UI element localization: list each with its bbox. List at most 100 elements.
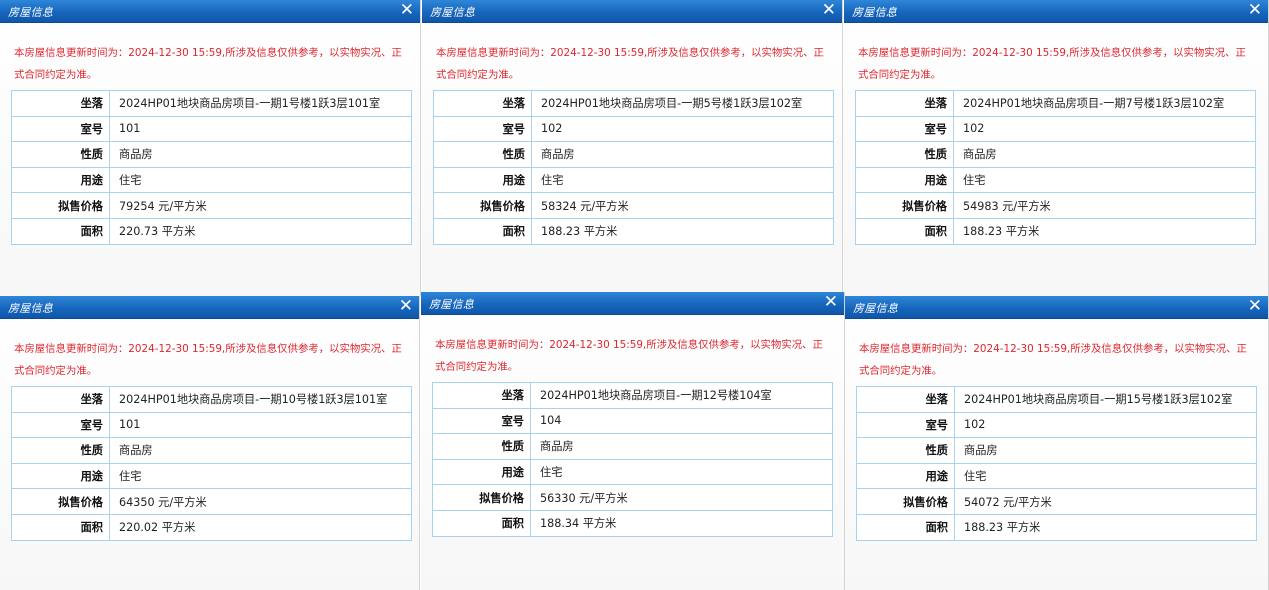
table-row: 性质 商品房 (11, 437, 412, 464)
table-row: 坐落 2024HP01地块商品房项目-一期12号楼104室 (432, 382, 833, 409)
close-icon[interactable]: ✕ (399, 297, 413, 316)
table-row: 室号 101 (11, 115, 412, 143)
nature-label: 性质 (11, 141, 110, 168)
price-value: 54072 元/平方米 (954, 488, 1257, 515)
area-value: 188.23 平方米 (954, 513, 1257, 541)
location-value: 2024HP01地块商品房项目-一期7号楼1跃3层102室 (953, 90, 1256, 117)
window-titlebar[interactable]: 房屋信息 ✕ (0, 296, 419, 319)
location-label: 坐落 (11, 386, 110, 413)
price-label: 拟售价格 (11, 192, 110, 219)
usage-label: 用途 (11, 166, 110, 194)
table-row: 性质 商品房 (11, 141, 412, 168)
table-row: 室号 102 (855, 115, 1256, 143)
room-label: 室号 (11, 115, 110, 143)
table-row: 拟售价格 79254 元/平方米 (11, 192, 412, 219)
window-title: 房屋信息 (853, 302, 899, 315)
table-row: 性质 商品房 (432, 433, 833, 460)
table-row: 拟售价格 54072 元/平方米 (856, 488, 1257, 515)
room-value: 102 (954, 411, 1257, 439)
table-row: 面积 188.23 平方米 (433, 217, 834, 245)
table-row: 用途 住宅 (855, 166, 1256, 194)
window-titlebar[interactable]: 房屋信息 ✕ (422, 0, 842, 23)
price-label: 拟售价格 (433, 192, 532, 219)
area-value: 220.02 平方米 (109, 513, 412, 541)
house-info-table: 坐落 2024HP01地块商品房项目-一期1号楼1跃3层101室 室号 101 … (11, 90, 412, 245)
table-row: 面积 220.02 平方米 (11, 513, 412, 541)
nature-value: 商品房 (531, 141, 834, 168)
close-icon[interactable]: ✕ (1248, 1, 1262, 20)
price-value: 56330 元/平方米 (530, 484, 833, 511)
table-row: 拟售价格 58324 元/平方米 (433, 192, 834, 219)
price-label: 拟售价格 (855, 192, 954, 219)
table-row: 坐落 2024HP01地块商品房项目-一期10号楼1跃3层101室 (11, 386, 412, 413)
area-value: 220.73 平方米 (109, 217, 412, 245)
location-value: 2024HP01地块商品房项目-一期5号楼1跃3层102室 (531, 90, 834, 117)
table-row: 拟售价格 64350 元/平方米 (11, 488, 412, 515)
table-row: 坐落 2024HP01地块商品房项目-一期15号楼1跃3层102室 (856, 386, 1257, 413)
location-label: 坐落 (11, 90, 110, 117)
nature-label: 性质 (432, 433, 531, 460)
house-info-table: 坐落 2024HP01地块商品房项目-一期15号楼1跃3层102室 室号 102… (856, 386, 1257, 541)
table-row: 拟售价格 56330 元/平方米 (432, 484, 833, 511)
table-row: 用途 住宅 (11, 166, 412, 194)
table-row: 面积 188.23 平方米 (855, 217, 1256, 245)
nature-value: 商品房 (953, 141, 1256, 168)
close-icon[interactable]: ✕ (1248, 297, 1262, 316)
update-notice: 本房屋信息更新时间为：2024-12-30 15:59,所涉及信息仅供参考，以实… (14, 47, 402, 81)
window-titlebar[interactable]: 房屋信息 ✕ (844, 0, 1268, 23)
room-label: 室号 (432, 407, 531, 435)
area-value: 188.23 平方米 (531, 217, 834, 245)
table-row: 性质 商品房 (433, 141, 834, 168)
area-label: 面积 (11, 513, 110, 541)
window-title: 房屋信息 (852, 6, 898, 19)
nature-value: 商品房 (109, 141, 412, 168)
nature-label: 性质 (11, 437, 110, 464)
usage-label: 用途 (11, 462, 110, 490)
usage-value: 住宅 (530, 458, 833, 486)
location-label: 坐落 (432, 382, 531, 409)
house-info-table: 坐落 2024HP01地块商品房项目-一期7号楼1跃3层102室 室号 102 … (855, 90, 1256, 245)
room-value: 101 (109, 115, 412, 143)
update-notice: 本房屋信息更新时间为：2024-12-30 15:59,所涉及信息仅供参考，以实… (14, 343, 402, 377)
window-titlebar[interactable]: 房屋信息 ✕ (845, 296, 1268, 319)
area-value: 188.34 平方米 (530, 509, 833, 537)
house-info-table: 坐落 2024HP01地块商品房项目-一期5号楼1跃3层102室 室号 102 … (433, 90, 834, 245)
price-value: 58324 元/平方米 (531, 192, 834, 219)
window-titlebar[interactable]: 房屋信息 ✕ (0, 0, 420, 23)
window-title: 房屋信息 (8, 6, 54, 19)
price-value: 64350 元/平方米 (109, 488, 412, 515)
close-icon[interactable]: ✕ (400, 1, 414, 20)
close-icon[interactable]: ✕ (822, 1, 836, 20)
table-row: 拟售价格 54983 元/平方米 (855, 192, 1256, 219)
usage-value: 住宅 (953, 166, 1256, 194)
table-row: 面积 188.34 平方米 (432, 509, 833, 537)
house-info-window: 房屋信息 ✕ 本房屋信息更新时间为：2024-12-30 15:59,所涉及信息… (0, 296, 420, 590)
update-notice: 本房屋信息更新时间为：2024-12-30 15:59,所涉及信息仅供参考，以实… (435, 339, 823, 373)
room-label: 室号 (11, 411, 110, 439)
house-info-table: 坐落 2024HP01地块商品房项目-一期12号楼104室 室号 104 性质 … (432, 382, 833, 537)
close-icon[interactable]: ✕ (824, 293, 838, 312)
nature-label: 性质 (433, 141, 532, 168)
usage-label: 用途 (432, 458, 531, 486)
update-notice: 本房屋信息更新时间为：2024-12-30 15:59,所涉及信息仅供参考，以实… (859, 343, 1247, 377)
nature-label: 性质 (855, 141, 954, 168)
nature-value: 商品房 (954, 437, 1257, 464)
table-row: 用途 住宅 (433, 166, 834, 194)
area-value: 188.23 平方米 (953, 217, 1256, 245)
area-label: 面积 (433, 217, 532, 245)
area-label: 面积 (856, 513, 955, 541)
room-label: 室号 (855, 115, 954, 143)
window-title: 房屋信息 (8, 302, 54, 315)
price-value: 54983 元/平方米 (953, 192, 1256, 219)
room-value: 102 (531, 115, 834, 143)
usage-value: 住宅 (531, 166, 834, 194)
window-titlebar[interactable]: 房屋信息 ✕ (421, 292, 844, 315)
usage-value: 住宅 (109, 462, 412, 490)
nature-value: 商品房 (109, 437, 412, 464)
house-info-window: 房屋信息 ✕ 本房屋信息更新时间为：2024-12-30 15:59,所涉及信息… (844, 0, 1269, 296)
room-label: 室号 (433, 115, 532, 143)
price-value: 79254 元/平方米 (109, 192, 412, 219)
area-label: 面积 (11, 217, 110, 245)
room-value: 101 (109, 411, 412, 439)
price-label: 拟售价格 (856, 488, 955, 515)
